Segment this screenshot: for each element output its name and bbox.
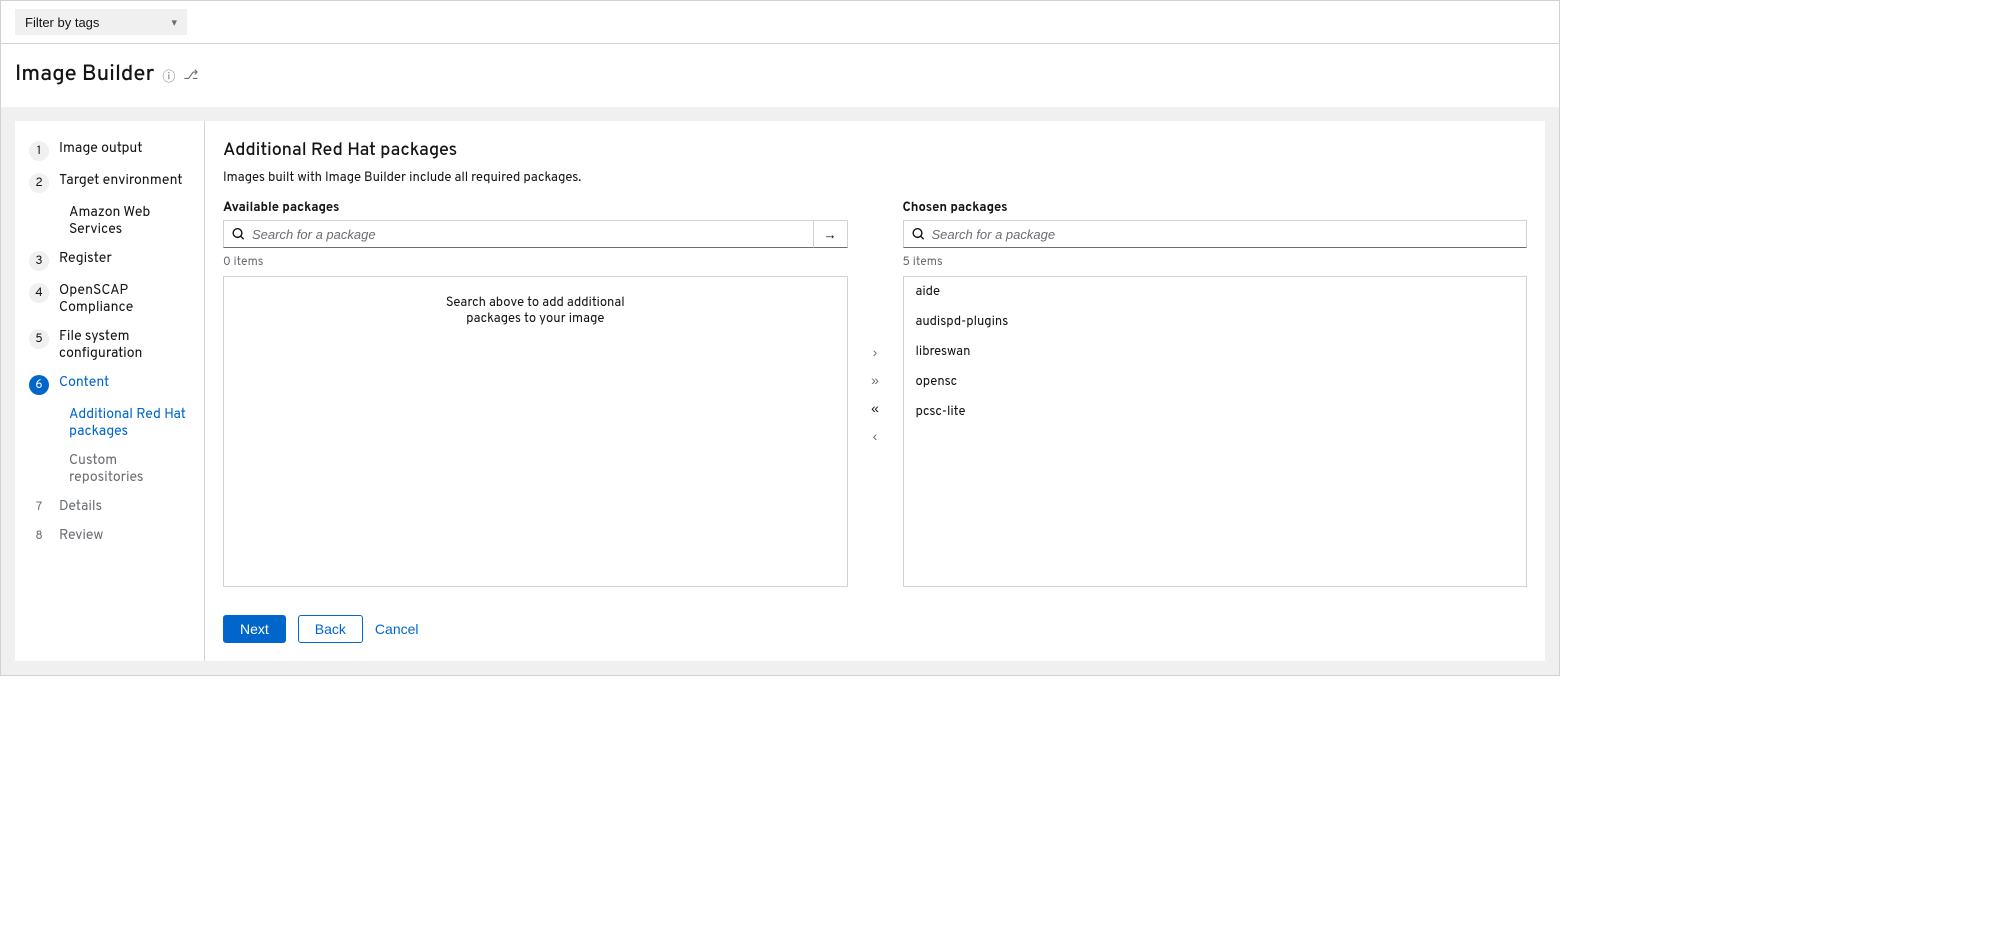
step-label: Custom repositories bbox=[69, 453, 190, 487]
chosen-search-box bbox=[903, 220, 1528, 248]
step-number: 4 bbox=[29, 283, 49, 303]
angle-right-icon: › bbox=[873, 344, 878, 360]
wizard-substep-custom-repositories[interactable]: Custom repositories bbox=[15, 447, 204, 493]
page-title-text: Image Builder bbox=[15, 62, 154, 89]
back-button[interactable]: Back bbox=[298, 615, 363, 643]
step-number: 1 bbox=[29, 141, 49, 161]
step-number: 8 bbox=[29, 528, 49, 544]
move-right-button[interactable]: › bbox=[863, 342, 887, 362]
chosen-item[interactable]: pcsc-lite bbox=[904, 397, 1527, 427]
step-label: Target environment bbox=[59, 173, 183, 190]
angle-double-left-icon: « bbox=[871, 400, 879, 416]
chosen-search-input[interactable] bbox=[932, 227, 1519, 242]
empty-line1: Search above to add additional bbox=[242, 295, 829, 311]
chosen-item[interactable]: audispd-plugins bbox=[904, 307, 1527, 337]
wizard-step-target-environment[interactable]: 2 Target environment bbox=[15, 167, 204, 199]
chosen-list: aide audispd-plugins libreswan opensc pc… bbox=[903, 276, 1528, 587]
empty-line2: packages to your image bbox=[242, 311, 829, 327]
wizard-nav: 1 Image output 2 Target environment Amaz… bbox=[15, 121, 205, 661]
step-number: 3 bbox=[29, 251, 49, 271]
available-search-button[interactable]: → bbox=[814, 220, 848, 248]
wizard-step-review[interactable]: 8 Review bbox=[15, 522, 204, 551]
help-icon[interactable]: ⓘ bbox=[162, 66, 175, 86]
filter-bar: Filter by tags ▾ bbox=[1, 1, 1559, 44]
move-left-button[interactable]: ‹ bbox=[863, 426, 887, 446]
main-description: Images built with Image Builder include … bbox=[223, 170, 1527, 186]
next-button[interactable]: Next bbox=[223, 615, 286, 643]
chosen-item[interactable]: aide bbox=[904, 277, 1527, 307]
wizard-step-filesystem[interactable]: 5 File system configuration bbox=[15, 323, 204, 369]
main-heading: Additional Red Hat packages bbox=[223, 139, 1527, 162]
move-all-right-button[interactable]: » bbox=[863, 370, 887, 390]
step-label: Image output bbox=[59, 141, 143, 158]
footer-buttons: Next Back Cancel bbox=[223, 587, 1527, 643]
search-icon bbox=[232, 228, 244, 240]
wizard-substep-additional-packages[interactable]: Additional Red Hat packages bbox=[15, 401, 204, 447]
available-search-input[interactable] bbox=[252, 227, 805, 242]
wizard-step-details[interactable]: 7 Details bbox=[15, 493, 204, 522]
chosen-count: 5 items bbox=[903, 254, 1528, 270]
step-label: Details bbox=[59, 499, 102, 516]
angle-double-right-icon: » bbox=[871, 372, 879, 388]
page-title-row: Image Builder ⓘ ⎇ bbox=[1, 44, 1559, 107]
chosen-pane: Chosen packages 5 items aide audispd-plu… bbox=[903, 200, 1528, 587]
available-empty-message: Search above to add additional packages … bbox=[224, 277, 847, 345]
wizard-step-register[interactable]: 3 Register bbox=[15, 245, 204, 277]
step-label: Review bbox=[59, 528, 103, 545]
chosen-item[interactable]: libreswan bbox=[904, 337, 1527, 367]
transfer-controls: › » « ‹ bbox=[848, 200, 903, 587]
wizard-step-openscap[interactable]: 4 OpenSCAP Compliance bbox=[15, 277, 204, 323]
available-list: Search above to add additional packages … bbox=[223, 276, 848, 587]
step-number: 2 bbox=[29, 173, 49, 193]
wizard-step-content[interactable]: 6 Content bbox=[15, 369, 204, 401]
step-number: 7 bbox=[29, 499, 49, 515]
search-icon bbox=[912, 228, 924, 240]
step-label: Amazon Web Services bbox=[69, 205, 190, 239]
move-all-left-button[interactable]: « bbox=[863, 398, 887, 418]
available-count: 0 items bbox=[223, 254, 848, 270]
filter-by-tags-label: Filter by tags bbox=[25, 15, 99, 30]
step-label: Register bbox=[59, 251, 112, 268]
available-search-box bbox=[223, 220, 814, 248]
filter-by-tags-dropdown[interactable]: Filter by tags ▾ bbox=[15, 9, 187, 35]
caret-down-icon: ▾ bbox=[171, 16, 177, 29]
step-label: OpenSCAP Compliance bbox=[59, 283, 190, 317]
page-title: Image Builder ⓘ ⎇ bbox=[15, 62, 198, 89]
chosen-title: Chosen packages bbox=[903, 200, 1528, 216]
step-label: File system configuration bbox=[59, 329, 190, 363]
available-title: Available packages bbox=[223, 200, 848, 216]
step-number: 5 bbox=[29, 329, 49, 349]
arrow-right-icon: → bbox=[823, 227, 836, 242]
chosen-item[interactable]: opensc bbox=[904, 367, 1527, 397]
wizard-step-image-output[interactable]: 1 Image output bbox=[15, 135, 204, 167]
branch-icon[interactable]: ⎇ bbox=[183, 68, 198, 84]
angle-left-icon: ‹ bbox=[873, 428, 878, 444]
wizard-substep-aws[interactable]: Amazon Web Services bbox=[15, 199, 204, 245]
cancel-button[interactable]: Cancel bbox=[375, 621, 419, 637]
step-number: 6 bbox=[29, 375, 49, 395]
step-label: Content bbox=[59, 375, 109, 392]
step-label: Additional Red Hat packages bbox=[69, 407, 190, 441]
available-pane: Available packages → 0 items bbox=[223, 200, 848, 587]
